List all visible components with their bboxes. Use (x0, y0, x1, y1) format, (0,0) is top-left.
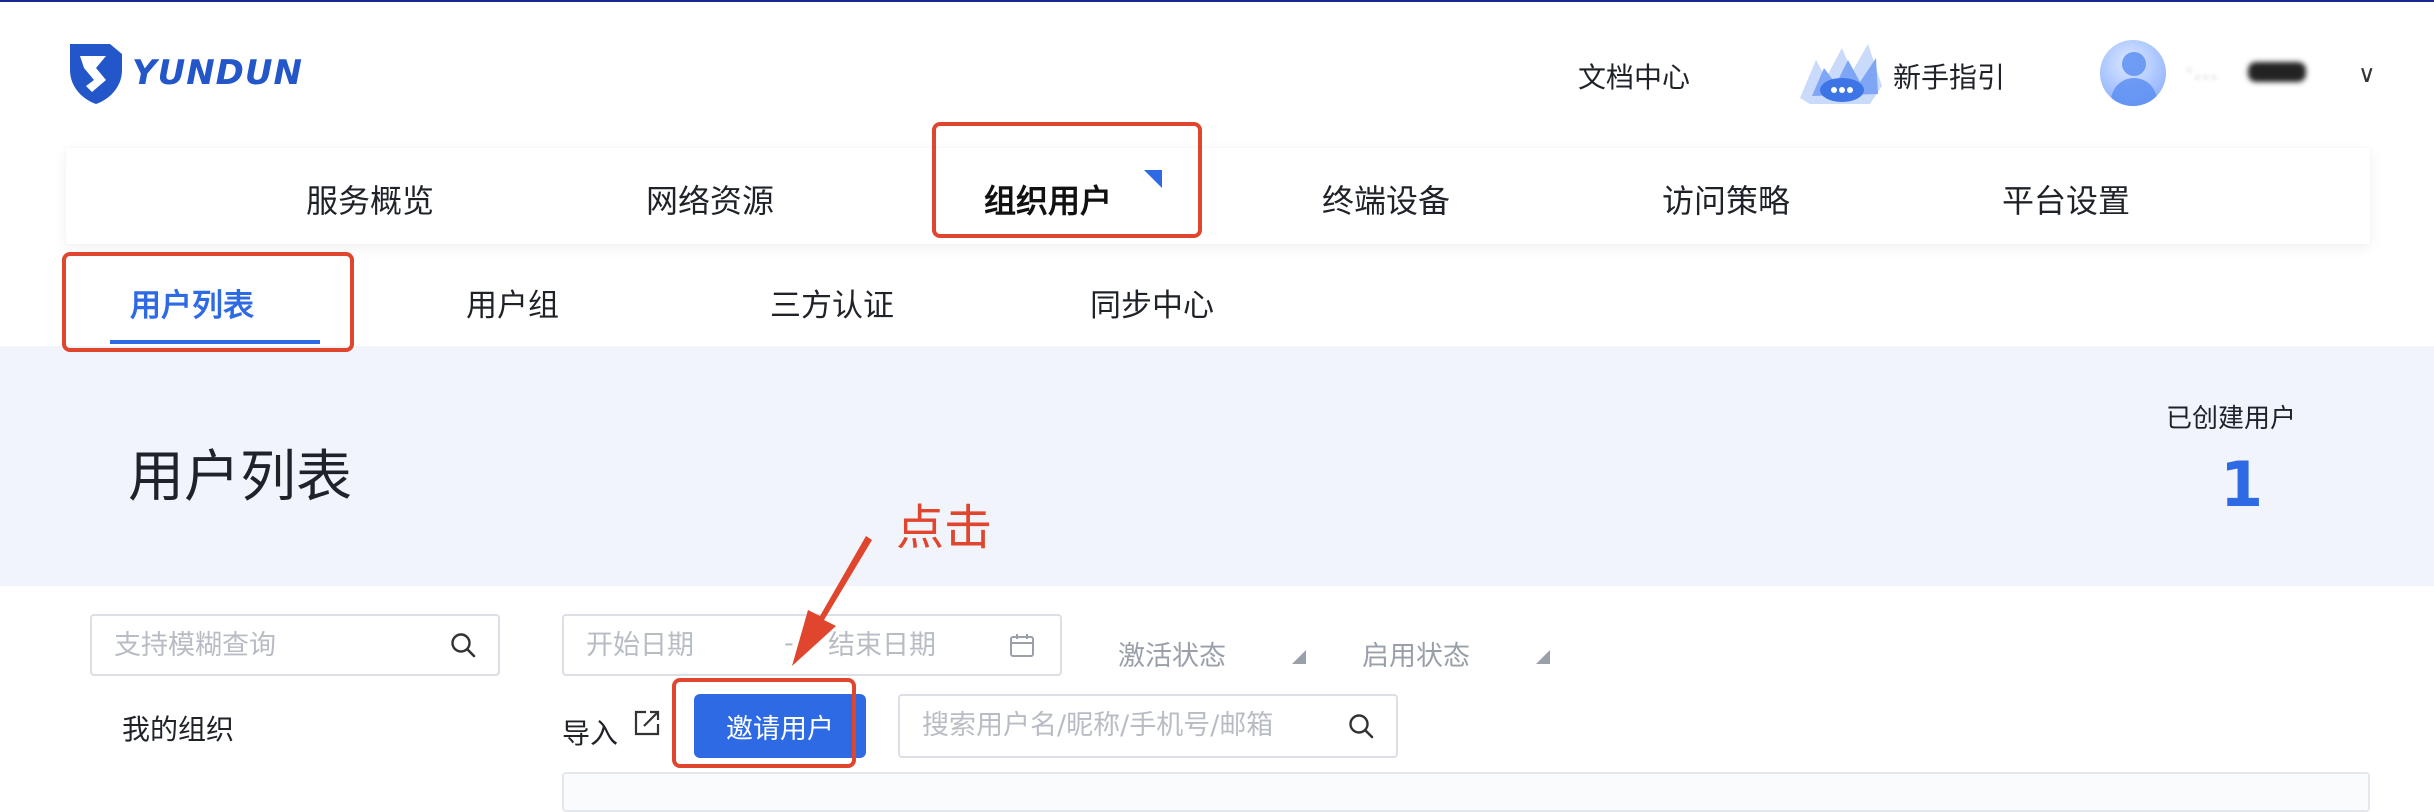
tab-third-party-auth[interactable]: 三方认证 (770, 280, 894, 325)
dropdown-triangle-icon[interactable] (1536, 650, 1550, 664)
nav-item-overview[interactable]: 服务概览 (306, 176, 434, 222)
created-users-count: 1 (2220, 448, 2264, 521)
logo[interactable]: YUNDUN (66, 40, 303, 106)
nav-item-access-policy[interactable]: 访问策略 (1662, 176, 1790, 222)
user-name[interactable]: ·... (2185, 56, 2307, 86)
enable-status-filter[interactable]: 启用状态 (1362, 634, 1470, 673)
dropdown-triangle-icon[interactable] (1292, 650, 1306, 664)
logo-shield-icon (70, 44, 122, 104)
user-search-box (898, 694, 1398, 758)
user-search-input[interactable] (920, 709, 1344, 742)
tab-user-groups[interactable]: 用户组 (466, 280, 559, 325)
import-link[interactable]: 导入 (562, 712, 618, 752)
logo-text: YUNDUN (132, 53, 303, 93)
highlight-button-box (672, 678, 856, 768)
search-icon[interactable] (1346, 711, 1376, 741)
top-border (0, 0, 2434, 2)
nav-item-devices[interactable]: 终端设备 (1322, 176, 1450, 222)
annotation-note: 点击 (896, 500, 993, 556)
org-search-input[interactable] (112, 629, 416, 662)
guide-link[interactable]: 新手指引 (1893, 56, 2005, 96)
start-date-input[interactable] (584, 629, 758, 662)
created-users-label: 已创建用户 (2166, 404, 2297, 434)
activation-status-filter[interactable]: 激活状态 (1118, 634, 1226, 673)
page-banner (0, 346, 2434, 586)
user-table (562, 772, 2370, 812)
search-icon[interactable] (448, 630, 478, 660)
chevron-down-icon[interactable]: ∨ (2358, 60, 2376, 88)
end-date-input[interactable] (826, 629, 1000, 662)
tab-sync-center[interactable]: 同步中心 (1090, 280, 1214, 325)
import-icon[interactable] (630, 706, 664, 740)
highlight-tab-box (62, 252, 354, 352)
guide-illustration-icon (1800, 44, 1882, 104)
org-search-box (90, 614, 500, 676)
calendar-icon[interactable] (1008, 632, 1036, 660)
highlight-nav-box (932, 122, 1202, 238)
page-title: 用户列表 (128, 445, 352, 510)
nav-item-platform-settings[interactable]: 平台设置 (2002, 176, 2130, 222)
date-separator: - (784, 628, 794, 659)
doc-center-link[interactable]: 文档中心 (1578, 56, 1690, 96)
nav-item-network-resources[interactable]: 网络资源 (646, 176, 774, 222)
date-range-picker: - (562, 614, 1062, 676)
my-org-item[interactable]: 我的组织 (122, 708, 234, 748)
avatar[interactable] (2100, 40, 2166, 106)
